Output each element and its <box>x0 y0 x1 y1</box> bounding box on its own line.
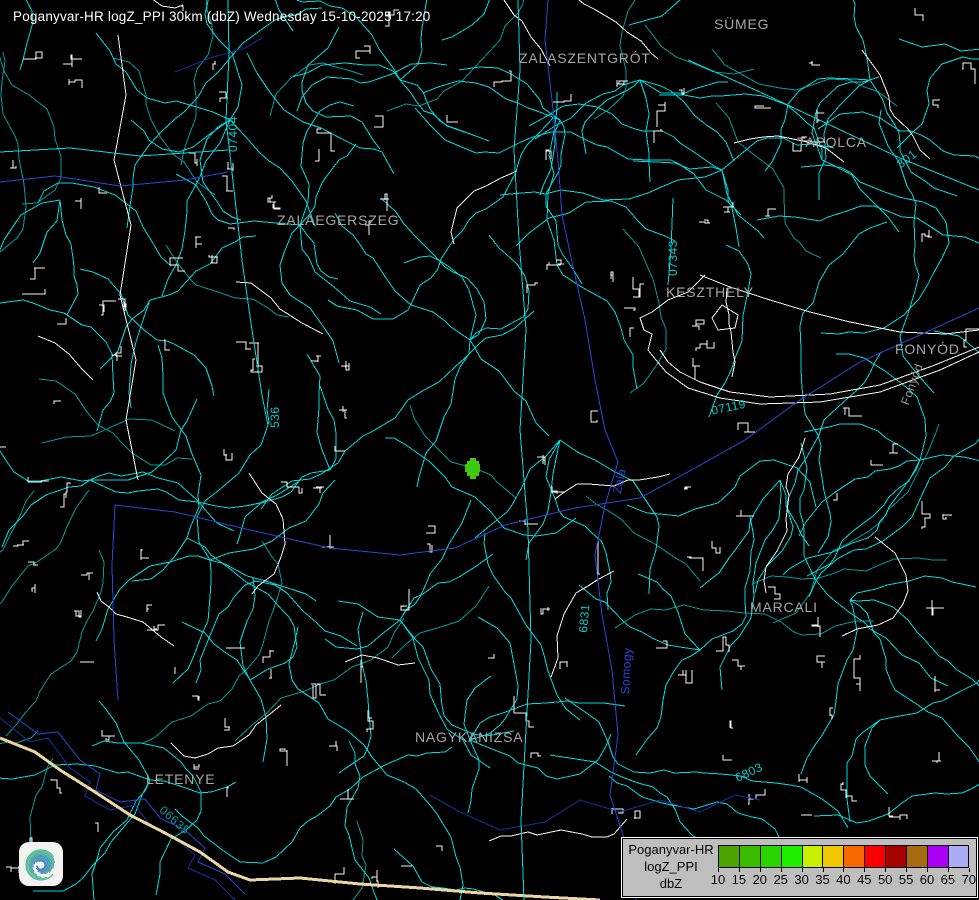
legend-swatch <box>885 845 906 868</box>
legend-product-name: logZ_PPI <box>623 858 719 875</box>
radar-product-title: Poganyvar-HR logZ_PPI 30km (dbZ) Wednesd… <box>13 9 431 24</box>
city-label: LETENYE <box>146 771 215 787</box>
legend-swatch <box>906 845 927 868</box>
legend-swatch <box>760 845 781 868</box>
legend-swatch <box>739 845 760 868</box>
legend-caption: Poganyvar-HR logZ_PPI dbZ <box>623 841 719 892</box>
legend-color-scale <box>718 845 969 868</box>
radar-screen: Poganyvar-HR logZ_PPI 30km (dbZ) Wednesd… <box>0 0 979 900</box>
weather-spiral-logo-icon <box>19 842 63 886</box>
legend-swatch <box>802 845 823 868</box>
legend-swatch <box>781 845 802 868</box>
road-label: 6831 <box>576 603 592 633</box>
city-label: FONYÓD <box>895 341 960 357</box>
road-label: 07343 <box>666 240 680 276</box>
city-label: TAPOLCA <box>797 134 867 150</box>
legend-panel: Poganyvar-HR logZ_PPI dbZ 10152025303540… <box>622 838 977 897</box>
legend-swatch <box>864 845 885 868</box>
city-label: KESZTHELY <box>666 284 754 300</box>
city-label: MARCALI <box>750 599 818 615</box>
road-label: 536 <box>268 406 282 428</box>
city-label: ZALAEGERSZEG <box>277 212 399 228</box>
legend-swatch <box>927 845 948 868</box>
road-label: Somogy <box>618 647 634 695</box>
legend-swatch <box>948 845 969 868</box>
legend-swatch <box>822 845 843 868</box>
legend-tick-label: 70 <box>957 872 979 887</box>
legend-swatch <box>843 845 864 868</box>
legend-swatch <box>718 845 739 868</box>
city-label: SÜMEG <box>714 16 769 32</box>
radar-echo-blob <box>465 458 480 479</box>
city-label: NAGYKANIZSA <box>415 729 523 745</box>
road-label: 07404 <box>226 116 240 152</box>
legend-unit-label: dbZ <box>623 875 719 892</box>
city-label: ZALASZENTGRÓT <box>519 50 651 66</box>
legend-station-name: Poganyvar-HR <box>623 841 719 858</box>
